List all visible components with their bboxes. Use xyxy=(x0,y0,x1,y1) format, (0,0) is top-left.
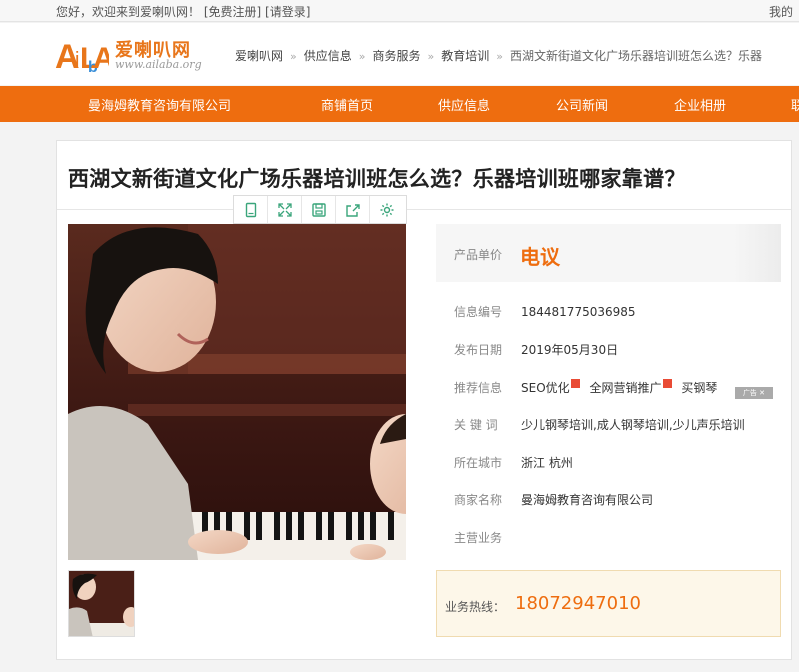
product-card: 西湖文新街道文化广场乐器培训班怎么选？乐器培训班哪家靠谱？ 产品单价 电议 信息… xyxy=(56,140,792,660)
my-account-link[interactable]: 我的 xyxy=(769,3,793,20)
breadcrumb-business-services[interactable]: 商务服务 xyxy=(373,49,421,63)
thumbnail-photo xyxy=(69,571,134,636)
info-recommend-row: 推荐信息 SEO优化 全网营销推广 买钢琴 xyxy=(454,379,723,396)
settings-icon xyxy=(380,203,394,217)
price-value: 电议 xyxy=(520,245,560,269)
register-link[interactable]: [免费注册] xyxy=(204,5,261,19)
info-id-value: 184481775036985 xyxy=(521,305,636,319)
price-box: 产品单价 电议 xyxy=(436,224,781,282)
breadcrumb-current: 西湖文新街道文化广场乐器培训班怎么选？乐器 xyxy=(510,49,763,63)
hotline-number[interactable]: 18072947010 xyxy=(515,593,641,614)
recommend-link-seo-text: SEO优化 xyxy=(521,381,570,395)
breadcrumb-supply[interactable]: 供应信息 xyxy=(304,49,352,63)
hotline-box: 业务热线： 18072947010 xyxy=(436,570,781,637)
title-divider xyxy=(57,209,791,210)
price-label: 产品单价 xyxy=(454,248,503,262)
phone-view-button[interactable] xyxy=(234,196,268,223)
info-id-label: 信息编号 xyxy=(454,305,503,319)
breadcrumb-education[interactable]: 教育培训 xyxy=(441,49,489,63)
hotline-label: 业务热线： xyxy=(445,600,506,614)
recommend-link-seo[interactable]: SEO优化 xyxy=(521,379,580,395)
ad-badge-text: 广告 xyxy=(742,389,757,397)
breadcrumb: 爱喇叭网 » 供应信息 » 商务服务 » 教育培训 » 西湖文新街道文化广场乐器培训班怎么选？乐… xyxy=(235,47,762,64)
recommend-link-piano[interactable]: 买钢琴 xyxy=(681,381,717,395)
share-button[interactable] xyxy=(336,196,370,223)
nav-company-name[interactable]: 曼海姆教育咨询有限公司 xyxy=(88,95,231,114)
breadcrumb-separator: » xyxy=(496,50,503,63)
share-icon xyxy=(346,204,360,217)
info-id-row: 信息编号 184481775036985 xyxy=(454,303,636,320)
page-title: 西湖文新街道文化广场乐器培训班怎么选？乐器培训班哪家靠谱？ xyxy=(68,167,686,191)
welcome-area: 您好，欢迎来到爱喇叭网！ [免费注册] [请登录] xyxy=(56,3,310,20)
top-bar: 您好，欢迎来到爱喇叭网！ [免费注册] [请登录] 我的 xyxy=(0,0,799,22)
info-date-label: 发布日期 xyxy=(454,343,503,357)
info-business-row: 主营业务 xyxy=(454,529,521,546)
nav-contact[interactable]: 联 xyxy=(791,95,799,114)
close-icon: ✕ xyxy=(759,389,766,397)
phone-icon xyxy=(245,202,257,218)
hot-icon xyxy=(570,379,580,388)
breadcrumb-separator: » xyxy=(290,50,297,63)
nav-company-news[interactable]: 公司新闻 xyxy=(556,95,608,114)
fullscreen-button[interactable] xyxy=(268,196,302,223)
settings-button[interactable] xyxy=(370,196,404,223)
info-date-row: 发布日期 2019年05月30日 xyxy=(454,341,618,358)
nav-company-album[interactable]: 企业相册 xyxy=(674,95,726,114)
site-logo[interactable]: A i L b A 爱喇叭网 www.ailaba.org xyxy=(55,34,205,74)
company-nav-bar: 曼海姆教育咨询有限公司 商铺首页 供应信息 公司新闻 企业相册 联 xyxy=(0,86,799,122)
piano-lesson-photo xyxy=(68,224,406,560)
logo-domain: www.ailaba.org xyxy=(115,58,202,71)
breadcrumb-separator: » xyxy=(358,50,366,63)
save-image-button[interactable] xyxy=(302,196,336,223)
info-business-label: 主营业务 xyxy=(454,531,503,545)
product-thumbnail[interactable] xyxy=(68,570,135,637)
info-recommend-label: 推荐信息 xyxy=(454,381,503,395)
info-company-row: 商家名称 曼海姆教育咨询有限公司 xyxy=(454,491,653,508)
info-keywords-row: 关 键 词 少儿钢琴培训,成人钢琴培训,少儿声乐培训 xyxy=(454,416,745,433)
info-keywords-value: 少儿钢琴培训,成人钢琴培训,少儿声乐培训 xyxy=(521,418,745,432)
ad-badge[interactable]: 广告 ✕ xyxy=(735,387,773,399)
image-toolbar xyxy=(233,195,407,224)
expand-icon xyxy=(278,203,292,217)
info-city-value: 浙江 杭州 xyxy=(521,456,573,470)
nav-supply-info[interactable]: 供应信息 xyxy=(438,95,490,114)
svg-text:A: A xyxy=(93,42,109,74)
save-icon xyxy=(312,203,326,217)
info-city-label: 所在城市 xyxy=(454,456,503,470)
logo-mark-icon: A i L b A xyxy=(55,38,109,74)
info-company-value[interactable]: 曼海姆教育咨询有限公司 xyxy=(521,493,653,507)
info-company-label: 商家名称 xyxy=(454,493,503,507)
breadcrumb-separator: » xyxy=(427,50,435,63)
info-keywords-label: 关 键 词 xyxy=(454,418,498,432)
hot-icon xyxy=(662,379,672,388)
product-main-image[interactable] xyxy=(68,224,406,560)
nav-shop-home[interactable]: 商铺首页 xyxy=(321,95,373,114)
svg-text:i: i xyxy=(75,49,79,71)
recommend-link-marketing[interactable]: 全网营销推广 xyxy=(589,379,672,395)
site-header: A i L b A 爱喇叭网 www.ailaba.org 爱喇叭网 » 供应信息 »… xyxy=(0,23,799,85)
login-link[interactable]: [请登录] xyxy=(265,5,310,19)
breadcrumb-home[interactable]: 爱喇叭网 xyxy=(235,49,283,63)
recommend-link-marketing-text: 全网营销推广 xyxy=(589,381,662,395)
welcome-text: 您好，欢迎来到爱喇叭网！ xyxy=(56,5,201,19)
info-city-row: 所在城市 浙江 杭州 xyxy=(454,454,573,471)
info-date-value: 2019年05月30日 xyxy=(521,343,619,357)
